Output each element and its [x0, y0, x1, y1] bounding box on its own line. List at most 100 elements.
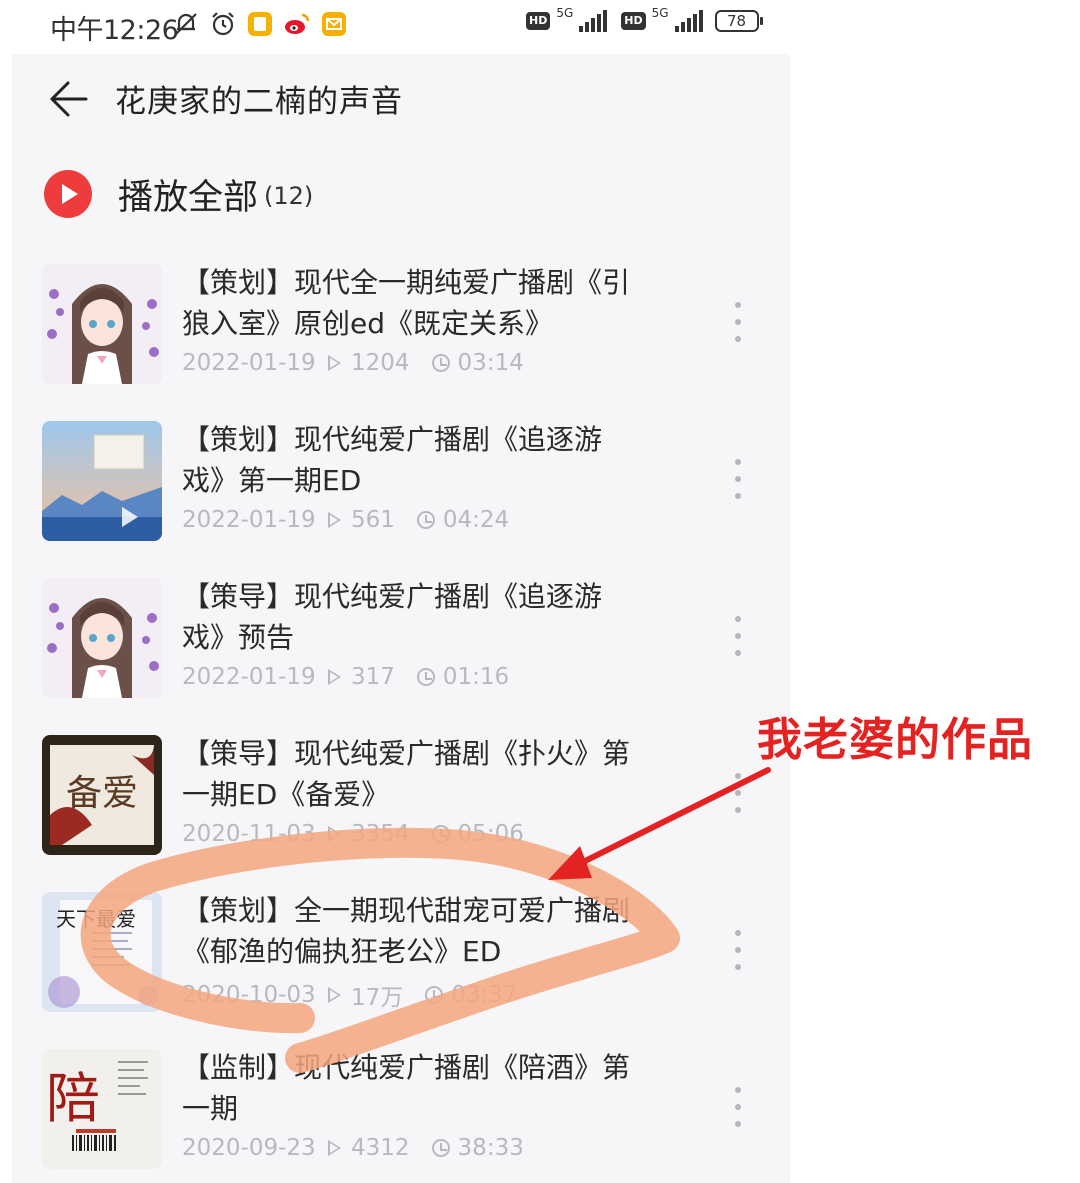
track-count: (12) [264, 182, 314, 210]
cover-image: 天下最爱 [42, 892, 162, 1012]
track-title-line: 狼入室》原创ed《既定关系》 [182, 307, 554, 340]
track-duration: 03:14 [457, 350, 524, 376]
status-system-icons: HD 5G HD 5G 78 [526, 6, 763, 32]
page-title: 花庚家的二楠的声音 [115, 84, 403, 120]
play-count: 561 [351, 507, 395, 533]
play-count-icon [328, 826, 341, 842]
more-options-icon[interactable] [730, 616, 746, 656]
track-meta: 2022-01-19 317 01:16 [182, 664, 509, 690]
cover-image [42, 264, 162, 384]
play-count: 317 [351, 664, 395, 690]
track-title-line: 一期ED《备爱》 [182, 778, 390, 811]
track-date: 2020-09-23 [182, 1135, 316, 1161]
app-screen: 花庚家的二楠的声音 播放全部 (12) 【策划】现代全一期纯爱广播剧《引 狼入室… [12, 54, 790, 1183]
cover-image [42, 421, 162, 541]
track-title-line: 【监制】现代纯爱广播剧《陪酒》第 [182, 1051, 631, 1084]
track-title[interactable]: 【策划】现代纯爱广播剧《追逐游 戏》第一期ED [182, 419, 682, 501]
track-meta: 2020-09-23 4312 38:33 [182, 1135, 524, 1161]
track-title[interactable]: 【策导】现代纯爱广播剧《扑火》第 一期ED《备爱》 [182, 733, 682, 815]
play-all-button[interactable]: 播放全部 (12) [44, 166, 313, 222]
weibo-app-icon [283, 10, 311, 38]
track-duration: 05:06 [457, 821, 524, 847]
track-title-line: 【策划】现代纯爱广播剧《追逐游 [182, 423, 603, 456]
back-arrow-icon[interactable] [48, 78, 90, 120]
track-date: 2020-10-03 [182, 982, 316, 1008]
play-circle-icon[interactable] [44, 170, 92, 218]
track-title-line: 【策划】现代全一期纯爱广播剧《引 [182, 266, 631, 299]
clock-icon [416, 511, 435, 529]
track-title[interactable]: 【策划】现代全一期纯爱广播剧《引 狼入室》原创ed《既定关系》 [182, 262, 682, 344]
clock-icon [431, 1139, 450, 1157]
signal-icon [674, 10, 703, 32]
track-date: 2022-01-19 [182, 664, 316, 690]
cover-image: 陪 [42, 1049, 162, 1169]
track-title-line: 【策划】全一期现代甜宠可爱广播剧 [182, 894, 631, 927]
cover-text: 天下最爱 [56, 907, 136, 931]
track-title-line: 戏》第一期ED [182, 464, 362, 497]
track-duration: 03:37 [451, 982, 518, 1008]
cover-image: 备爱 [42, 735, 162, 855]
track-title-line: 【策导】现代纯爱广播剧《追逐游 [182, 580, 603, 613]
cover-image [42, 578, 162, 698]
mail-app-icon [320, 10, 348, 38]
header: 花庚家的二楠的声音 [12, 54, 790, 142]
track-meta: 2020-10-03 17万 03:37 [182, 978, 518, 1012]
track-meta: 2022-01-19 1204 03:14 [182, 350, 524, 376]
track-date: 2020-11-03 [182, 821, 316, 847]
network-type: 5G [556, 6, 574, 20]
battery-icon: 78 [714, 10, 763, 32]
hd-badge: HD [621, 12, 646, 30]
track-duration: 38:33 [457, 1135, 524, 1161]
cover-text: 陪 [46, 1067, 100, 1130]
list-item[interactable]: 【策划】现代纯爱广播剧《追逐游 戏》第一期ED 2022-01-19 561 0… [12, 419, 790, 576]
play-count: 1204 [351, 350, 410, 376]
track-title[interactable]: 【策导】现代纯爱广播剧《追逐游 戏》预告 [182, 576, 682, 658]
track-title-line: 戏》预告 [182, 621, 295, 654]
play-count-icon [328, 987, 341, 1003]
list-item[interactable]: 【策导】现代纯爱广播剧《追逐游 戏》预告 2022-01-19 317 01:1… [12, 576, 790, 733]
clock-icon [431, 825, 450, 843]
more-options-icon[interactable] [730, 459, 746, 499]
clock-icon [431, 354, 450, 372]
status-time: 中午12:26 [50, 15, 179, 46]
status-bar: 中午12:26 HD 5G HD 5G 78 [0, 0, 800, 50]
track-title[interactable]: 【策划】全一期现代甜宠可爱广播剧 《郁渔的偏执狂老公》ED [182, 890, 682, 972]
play-count: 3354 [351, 821, 410, 847]
more-options-icon[interactable] [730, 302, 746, 342]
play-all-label: 播放全部 [118, 177, 259, 218]
more-options-icon[interactable] [730, 1087, 746, 1127]
status-notification-icons [172, 10, 348, 38]
play-count: 17万 [351, 985, 404, 1011]
more-options-icon[interactable] [730, 773, 746, 813]
clock-icon [425, 986, 444, 1004]
play-count-icon [328, 1140, 341, 1156]
track-title-line: 【策导】现代纯爱广播剧《扑火》第 [182, 737, 631, 770]
bell-off-icon [172, 10, 200, 38]
hd-badge: HD [526, 12, 551, 30]
cover-text: 备爱 [66, 773, 138, 814]
list-item[interactable]: 【策划】现代全一期纯爱广播剧《引 狼入室》原创ed《既定关系》 2022-01-… [12, 262, 790, 419]
annotation-label: 我老婆的作品 [757, 713, 1034, 766]
list-item[interactable]: 备爱 【策导】现代纯爱广播剧《扑火》第 一期ED《备爱》 2020-11-03 … [12, 733, 790, 890]
more-options-icon[interactable] [730, 930, 746, 970]
track-meta: 2022-01-19 561 04:24 [182, 507, 509, 533]
track-title-line: 《郁渔的偏执狂老公》ED [182, 935, 502, 968]
list-item[interactable]: 陪 【监制】现代纯爱广播剧《陪酒》第 一期 2020-09-23 4312 38… [12, 1047, 790, 1183]
track-duration: 01:16 [442, 664, 510, 690]
network-type: 5G [651, 6, 669, 20]
play-count-icon [328, 512, 341, 528]
clock-icon [416, 668, 435, 686]
play-count: 4312 [351, 1135, 410, 1161]
track-duration: 04:24 [442, 507, 510, 533]
track-title[interactable]: 【监制】现代纯爱广播剧《陪酒》第 一期 [182, 1047, 682, 1129]
alarm-icon [209, 10, 237, 38]
notes-app-icon [246, 10, 274, 38]
play-count-icon [328, 355, 341, 371]
track-list: 【策划】现代全一期纯爱广播剧《引 狼入室》原创ed《既定关系》 2022-01-… [12, 262, 790, 1183]
track-meta: 2020-11-03 3354 05:06 [182, 821, 524, 847]
signal-icon [579, 10, 608, 32]
track-date: 2022-01-19 [182, 507, 316, 533]
track-title-line: 一期 [182, 1092, 239, 1125]
list-item[interactable]: 天下最爱 【策划】全一期现代甜宠可爱广播剧 《郁渔的偏执狂老公》ED 2020-… [12, 890, 790, 1047]
play-count-icon [328, 669, 341, 685]
